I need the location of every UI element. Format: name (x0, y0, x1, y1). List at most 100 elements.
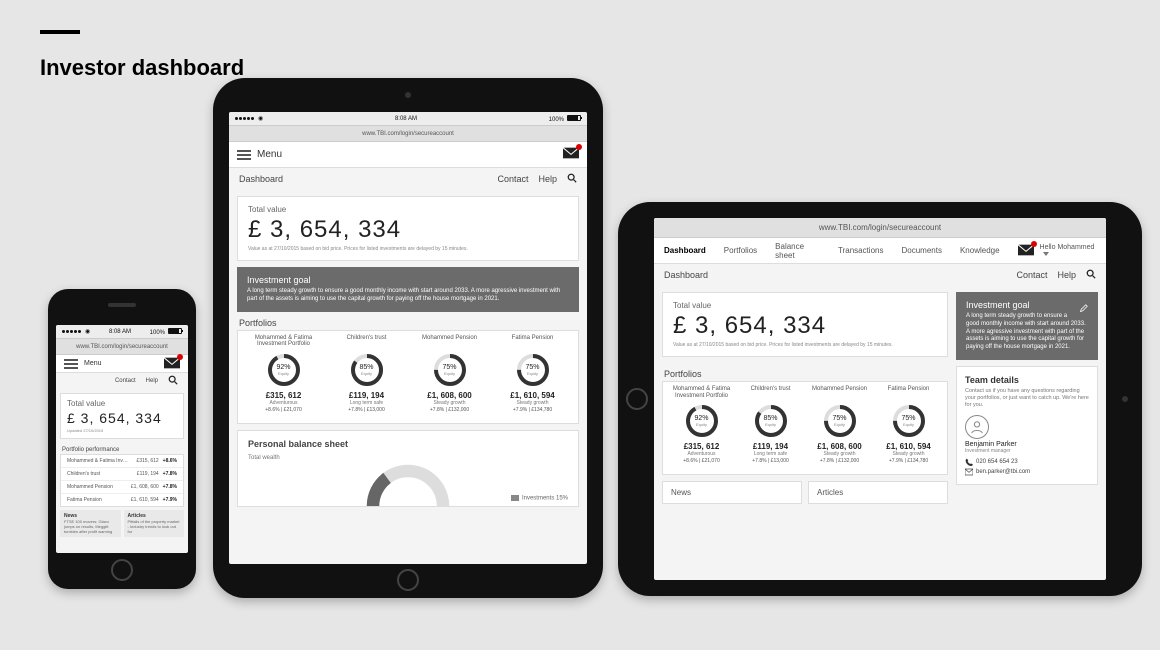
team-phone[interactable]: 020 654 654 23 (965, 458, 1089, 466)
search-icon[interactable] (567, 173, 577, 185)
help-link[interactable]: Help (538, 174, 557, 184)
tablet-portrait-screen: ◉ 8:08 AM 100% www.TBI.com/login/securea… (229, 112, 587, 564)
hamburger-icon[interactable] (64, 359, 78, 369)
contact-link[interactable]: Contact (497, 174, 528, 184)
url-bar: www.TBI.com/login/secureaccount (56, 339, 188, 355)
portfolio-value: £1, 608, 600 (807, 442, 872, 451)
menu-label[interactable]: Menu (257, 149, 282, 160)
tab-dashboard[interactable]: Dashboard (664, 246, 706, 255)
portfolio-type: Steady growth (410, 400, 489, 406)
portfolio-name: Mohammed & Fatima Investment Portfolio (244, 335, 323, 349)
portfolio-type: Adventurous (244, 400, 323, 406)
total-value-label: Total value (248, 205, 568, 214)
portfolio-name: Mohammed Pension (807, 386, 872, 400)
home-button[interactable] (111, 559, 133, 581)
portfolio-card[interactable]: Mohammed & Fatima Investment Portfolio 9… (242, 331, 325, 417)
mail-icon[interactable] (563, 147, 579, 162)
balance-sheet-panel: Personal balance sheet Total wealth Inve… (237, 430, 579, 507)
help-link[interactable]: Help (1057, 270, 1076, 280)
portfolio-type: Steady growth (807, 451, 872, 457)
home-button[interactable] (397, 569, 419, 591)
news-card[interactable]: News (662, 481, 802, 504)
device-phone: ◉ 8:08 AM 100% www.TBI.com/login/securea… (48, 289, 196, 589)
portfolio-list: Mohammed & Fatima Inv…£315, 612+8.6% Chi… (60, 454, 184, 507)
portfolio-change: +7.8% | £132,000 (410, 407, 489, 413)
tab-knowledge[interactable]: Knowledge (960, 246, 1000, 255)
main-columns: Total value £ 3, 654, 334 Value as at 27… (654, 286, 1106, 504)
bottom-cards: News Articles (662, 481, 948, 504)
articles-card[interactable]: Articles (808, 481, 948, 504)
goal-text: A long term steady growth to ensure a go… (966, 313, 1088, 352)
portfolio-card[interactable]: Fatima Pension 75%Equity £1, 610, 594 St… (874, 382, 943, 468)
search-icon[interactable] (168, 375, 178, 387)
portfolio-name: Mohammed & Fatima Investment Portfolio (669, 386, 734, 400)
tab-balance-sheet[interactable]: Balance sheet (775, 242, 820, 260)
portfolio-name: Fatima Pension (876, 386, 941, 400)
tab-documents[interactable]: Documents (901, 246, 941, 255)
portfolios-heading: Portfolios (654, 363, 956, 381)
tab-transactions[interactable]: Transactions (838, 246, 884, 255)
portfolio-card[interactable]: Mohammed & Fatima Investment Portfolio 9… (667, 382, 736, 468)
portfolio-card[interactable]: Fatima Pension 75%Equity £1, 610, 594 St… (491, 331, 574, 417)
team-panel: Team details Contact us if you have any … (956, 366, 1098, 485)
portfolio-donut: 75%Equity (432, 352, 468, 388)
portfolio-donut: 75%Equity (822, 403, 858, 439)
portfolio-card[interactable]: Mohammed Pension 75%Equity £1, 608, 600 … (805, 382, 874, 468)
search-icon[interactable] (1086, 269, 1096, 281)
device-tablet-landscape: www.TBI.com/login/secureaccount Dashboar… (618, 202, 1142, 596)
portfolio-change: +7.9% | £134,780 (493, 407, 572, 413)
notification-dot (1031, 241, 1037, 247)
user-menu[interactable]: Hello Mohammed (1040, 244, 1096, 258)
balance-legend: Investments 15% (511, 495, 568, 502)
phone-earpiece (108, 303, 136, 307)
status-battery: 100% (150, 328, 182, 336)
list-item[interactable]: Mohammed Pension£1, 608, 600+7.8% (61, 481, 183, 494)
team-role: Investment manager (965, 448, 1089, 454)
menu-label[interactable]: Menu (84, 360, 102, 367)
goal-text: A long term steady growth to ensure a go… (247, 288, 569, 304)
portfolio-change: +8.6% | £21,070 (669, 458, 734, 464)
portfolio-donut: 92%Equity (266, 352, 302, 388)
help-link[interactable]: Help (146, 378, 158, 384)
status-bar: ◉ 8:08 AM 100% (56, 325, 188, 339)
total-value-note: Value as at 27/10/2015 based on bid pric… (673, 342, 937, 348)
portfolio-donut: 92%Equity (684, 403, 720, 439)
tab-portfolios[interactable]: Portfolios (724, 246, 757, 255)
team-email[interactable]: ben.parker@tbi.com (965, 468, 1089, 476)
status-battery: 100% (549, 115, 581, 123)
mail-icon[interactable] (164, 357, 180, 371)
portfolio-donut: 75%Equity (515, 352, 551, 388)
signal-icon: ◉ (235, 115, 263, 122)
portfolio-card[interactable]: Mohammed Pension 75%Equity £1, 608, 600 … (408, 331, 491, 417)
portfolio-card[interactable]: Children's trust 85%Equity £119, 194 Lon… (736, 382, 805, 468)
tablet-landscape-screen: www.TBI.com/login/secureaccount Dashboar… (654, 218, 1106, 580)
status-bar: ◉ 8:08 AM 100% (229, 112, 587, 126)
portfolio-value: £315, 612 (244, 391, 323, 400)
device-tablet-portrait: ◉ 8:08 AM 100% www.TBI.com/login/securea… (213, 78, 603, 598)
portfolios-heading: Portfolios (229, 312, 587, 330)
list-item[interactable]: Mohammed & Fatima Inv…£315, 612+8.6% (61, 455, 183, 468)
portfolio-name: Children's trust (327, 335, 406, 349)
portfolio-card[interactable]: Children's trust 85%Equity £119, 194 Lon… (325, 331, 408, 417)
news-card[interactable]: NewsFTSE 100 movers: Glaxo jumps on resu… (60, 510, 121, 537)
news-row: NewsFTSE 100 movers: Glaxo jumps on resu… (60, 510, 184, 537)
total-value-note: Value as at 27/10/2015 based on bid pric… (248, 246, 568, 252)
notification-dot (177, 354, 183, 360)
articles-card[interactable]: ArticlesPitfalls of the property market … (124, 510, 185, 537)
contact-link[interactable]: Contact (115, 378, 136, 384)
total-value-label: Total value (673, 301, 937, 310)
notification-dot (576, 144, 582, 150)
mail-icon[interactable] (1018, 244, 1034, 258)
portfolio-change: +8.6% | £21,070 (244, 407, 323, 413)
portfolio-type: Adventurous (669, 451, 734, 457)
contact-link[interactable]: Contact (1016, 270, 1047, 280)
home-button[interactable] (626, 388, 648, 410)
portfolio-name: Fatima Pension (493, 335, 572, 349)
hamburger-icon[interactable] (237, 150, 251, 160)
edit-icon[interactable] (1079, 300, 1088, 318)
team-blurb: Contact us if you have any questions reg… (965, 388, 1089, 409)
list-item[interactable]: Children's trust£119, 194+7.8% (61, 468, 183, 481)
portfolio-type: Long term safe (327, 400, 406, 406)
list-item[interactable]: Fatima Pension£1, 610, 594+7.9% (61, 494, 183, 506)
portfolio-donut: 85%Equity (753, 403, 789, 439)
